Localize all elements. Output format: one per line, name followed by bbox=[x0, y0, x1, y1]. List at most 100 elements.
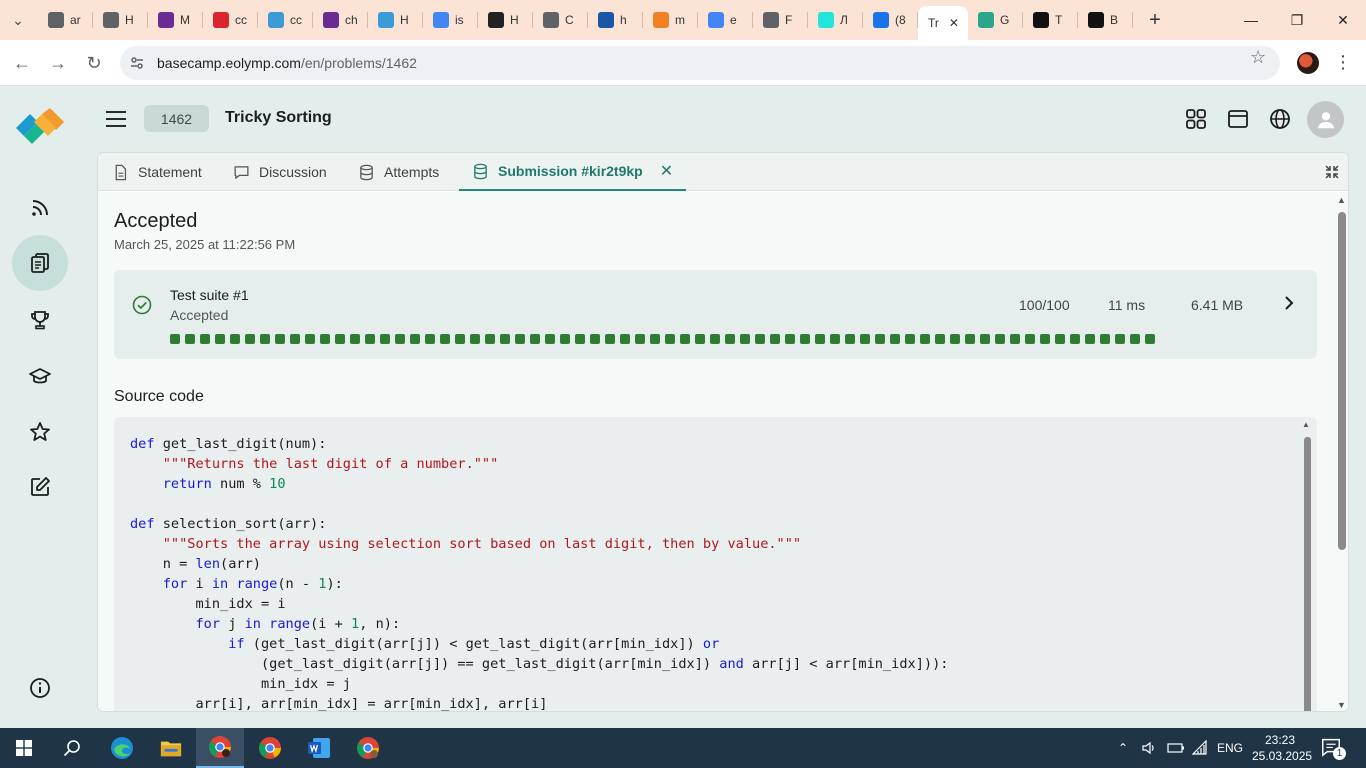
rail-courses-button[interactable] bbox=[12, 348, 68, 404]
page-scrollbar[interactable]: ▲ ▼ bbox=[1334, 192, 1348, 711]
taskbar-edge[interactable] bbox=[98, 728, 146, 768]
test-result-square[interactable] bbox=[485, 334, 495, 344]
test-result-square[interactable] bbox=[425, 334, 435, 344]
browser-tab[interactable]: H bbox=[368, 0, 423, 40]
test-result-square[interactable] bbox=[365, 334, 375, 344]
browser-tab[interactable]: M bbox=[148, 0, 203, 40]
browser-tab[interactable]: G bbox=[968, 0, 1023, 40]
test-result-square[interactable] bbox=[410, 334, 420, 344]
menu-hamburger-icon[interactable] bbox=[106, 108, 126, 130]
test-result-square[interactable] bbox=[800, 334, 810, 344]
test-result-square[interactable] bbox=[245, 334, 255, 344]
test-result-square[interactable] bbox=[515, 334, 525, 344]
test-result-square[interactable] bbox=[530, 334, 540, 344]
test-result-square[interactable] bbox=[845, 334, 855, 344]
collapse-panel-icon[interactable] bbox=[1324, 164, 1340, 180]
chevron-right-icon[interactable] bbox=[1280, 294, 1298, 312]
test-result-square[interactable] bbox=[1145, 334, 1155, 344]
test-result-square[interactable] bbox=[560, 334, 570, 344]
browser-tab[interactable]: Л bbox=[808, 0, 863, 40]
volume-icon[interactable] bbox=[1141, 728, 1157, 768]
test-result-square[interactable] bbox=[965, 334, 975, 344]
scroll-up-arrow-icon[interactable]: ▲ bbox=[1302, 420, 1310, 429]
bookmark-star-icon[interactable]: ☆ bbox=[1250, 47, 1266, 68]
source-code-block[interactable]: def get_last_digit(num): """Returns the … bbox=[114, 417, 1317, 711]
test-result-square[interactable] bbox=[215, 334, 225, 344]
taskbar-file-explorer[interactable] bbox=[147, 728, 195, 768]
browser-tab[interactable]: h bbox=[588, 0, 643, 40]
test-result-square[interactable] bbox=[635, 334, 645, 344]
test-result-square[interactable] bbox=[395, 334, 405, 344]
test-result-square[interactable] bbox=[290, 334, 300, 344]
system-clock[interactable]: 23:23 25.03.2025 bbox=[1252, 732, 1312, 764]
test-result-square[interactable] bbox=[905, 334, 915, 344]
reload-button[interactable]: ↻ bbox=[81, 50, 107, 76]
test-result-square[interactable] bbox=[200, 334, 210, 344]
browser-tab[interactable]: ch bbox=[313, 0, 368, 40]
start-button[interactable] bbox=[0, 728, 48, 768]
test-result-square[interactable] bbox=[875, 334, 885, 344]
test-result-square[interactable] bbox=[275, 334, 285, 344]
test-result-square[interactable] bbox=[860, 334, 870, 344]
test-result-square[interactable] bbox=[995, 334, 1005, 344]
user-avatar[interactable] bbox=[1307, 101, 1344, 138]
test-result-square[interactable] bbox=[1025, 334, 1035, 344]
rail-feed-button[interactable] bbox=[12, 180, 68, 236]
close-tab-icon[interactable]: ✕ bbox=[949, 16, 959, 30]
test-result-square[interactable] bbox=[230, 334, 240, 344]
code-scrollbar[interactable]: ▲ bbox=[1301, 417, 1313, 711]
rail-editor-button[interactable] bbox=[12, 459, 68, 515]
problem-id-badge[interactable]: 1462 bbox=[144, 105, 209, 132]
test-result-square[interactable] bbox=[335, 334, 345, 344]
test-result-square[interactable] bbox=[980, 334, 990, 344]
browser-tab[interactable]: T bbox=[1023, 0, 1078, 40]
test-result-square[interactable] bbox=[890, 334, 900, 344]
test-result-square[interactable] bbox=[1100, 334, 1110, 344]
scroll-up-arrow-icon[interactable]: ▲ bbox=[1337, 195, 1346, 205]
tab-discussion[interactable]: Discussion bbox=[233, 153, 327, 191]
back-button[interactable]: ← bbox=[9, 50, 35, 76]
taskbar-chrome-profile-2[interactable] bbox=[246, 728, 294, 768]
browser-tab[interactable]: m bbox=[643, 0, 698, 40]
site-info-icon[interactable] bbox=[123, 49, 151, 77]
test-result-square[interactable] bbox=[770, 334, 780, 344]
test-result-square[interactable] bbox=[665, 334, 675, 344]
tab-search-dropdown-icon[interactable]: ⌄ bbox=[4, 6, 32, 34]
test-result-square[interactable] bbox=[710, 334, 720, 344]
taskbar-search-button[interactable] bbox=[48, 728, 96, 768]
close-window-button[interactable]: ✕ bbox=[1320, 0, 1366, 40]
browser-tab[interactable]: ar bbox=[38, 0, 93, 40]
test-result-square[interactable] bbox=[1010, 334, 1020, 344]
tab-attempts[interactable]: Attempts bbox=[358, 153, 439, 191]
test-result-square[interactable] bbox=[755, 334, 765, 344]
test-result-square[interactable] bbox=[1085, 334, 1095, 344]
test-result-square[interactable] bbox=[680, 334, 690, 344]
test-result-square[interactable] bbox=[815, 334, 825, 344]
test-result-square[interactable] bbox=[350, 334, 360, 344]
test-result-square[interactable] bbox=[830, 334, 840, 344]
language-globe-icon[interactable] bbox=[1268, 107, 1292, 131]
show-hidden-icons-button[interactable]: ⌃ bbox=[1118, 728, 1128, 768]
tab-statement[interactable]: Statement bbox=[112, 153, 202, 191]
test-result-square[interactable] bbox=[1070, 334, 1080, 344]
test-result-square[interactable] bbox=[440, 334, 450, 344]
test-result-square[interactable] bbox=[545, 334, 555, 344]
browser-tab[interactable]: B bbox=[1078, 0, 1133, 40]
test-result-square[interactable] bbox=[785, 334, 795, 344]
new-tab-button[interactable]: + bbox=[1141, 6, 1169, 34]
test-result-square[interactable] bbox=[260, 334, 270, 344]
browser-tab[interactable]: e bbox=[698, 0, 753, 40]
notification-center-button[interactable]: 1 bbox=[1320, 736, 1346, 760]
forward-button[interactable]: → bbox=[45, 50, 71, 76]
test-result-square[interactable] bbox=[575, 334, 585, 344]
url-text[interactable]: basecamp.eolymp.com/en/problems/1462 bbox=[157, 55, 417, 71]
test-result-square[interactable] bbox=[500, 334, 510, 344]
browser-tab[interactable]: cc bbox=[203, 0, 258, 40]
test-result-square[interactable] bbox=[590, 334, 600, 344]
scroll-down-arrow-icon[interactable]: ▼ bbox=[1337, 700, 1346, 710]
test-result-square[interactable] bbox=[170, 334, 180, 344]
test-result-square[interactable] bbox=[620, 334, 630, 344]
test-result-square[interactable] bbox=[1055, 334, 1065, 344]
browser-tab[interactable]: H bbox=[478, 0, 533, 40]
browser-tab[interactable]: (8 bbox=[863, 0, 918, 40]
